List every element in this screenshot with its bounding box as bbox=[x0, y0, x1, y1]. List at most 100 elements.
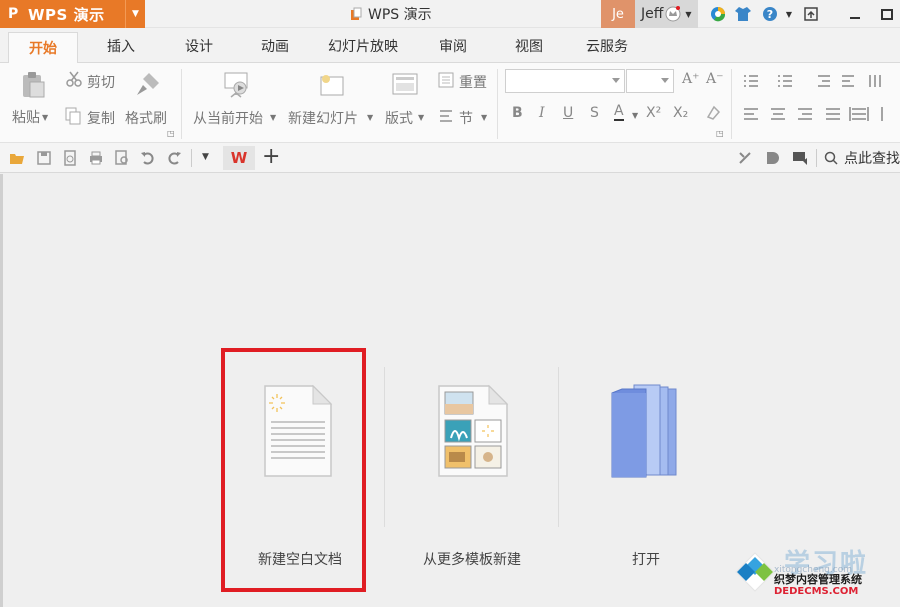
tools-icon[interactable] bbox=[737, 150, 753, 166]
maximize-icon[interactable] bbox=[877, 4, 897, 24]
tab-animation[interactable]: 动画 bbox=[244, 28, 306, 63]
separator bbox=[816, 149, 817, 167]
tab-insert[interactable]: 插入 bbox=[90, 28, 152, 63]
wps-home-tab[interactable]: W bbox=[223, 146, 255, 170]
paste-icon[interactable] bbox=[20, 71, 46, 99]
open-folder-large-icon bbox=[611, 384, 677, 478]
clear-format-icon[interactable] bbox=[705, 105, 721, 121]
font-launcher-icon[interactable]: ◳ bbox=[716, 129, 724, 138]
open-folder-icon[interactable] bbox=[9, 150, 25, 166]
help-icon[interactable]: ? bbox=[760, 4, 780, 24]
window-title: WPS 演示 bbox=[350, 4, 432, 24]
superscript-button[interactable]: X² bbox=[646, 105, 661, 121]
layout-button[interactable]: 版式 bbox=[385, 108, 413, 128]
tab-view[interactable]: 视图 bbox=[498, 28, 560, 63]
watermark: 学习啦 xitongcheng.com 织梦内容管理系统 DEDECMS.COM bbox=[734, 543, 894, 603]
quick-access-caret-icon[interactable]: ▼ bbox=[202, 152, 209, 162]
template-document-icon bbox=[438, 384, 509, 477]
font-color-caret-icon[interactable]: ▼ bbox=[632, 111, 638, 120]
font-name-select[interactable] bbox=[505, 69, 625, 93]
font-size-select[interactable] bbox=[626, 69, 674, 93]
font-color-button[interactable]: A bbox=[614, 103, 624, 121]
tab-design[interactable]: 设计 bbox=[168, 28, 230, 63]
format-painter-button[interactable]: 格式刷 bbox=[125, 108, 167, 128]
separator bbox=[181, 69, 182, 139]
search-placeholder: 点此查找 bbox=[844, 151, 900, 167]
outline-icon[interactable] bbox=[764, 150, 780, 166]
subscript-button[interactable]: X₂ bbox=[673, 105, 688, 121]
copy-button[interactable]: 复制 bbox=[87, 108, 115, 128]
italic-button[interactable]: I bbox=[539, 105, 545, 121]
skin-icon[interactable] bbox=[733, 4, 753, 24]
play-caret-icon[interactable]: ▼ bbox=[270, 113, 276, 122]
app-menu-caret-icon[interactable]: ▼ bbox=[125, 0, 145, 28]
separator bbox=[191, 149, 192, 167]
reset-icon[interactable] bbox=[437, 71, 455, 89]
app-name: WPS 演示 bbox=[28, 5, 105, 24]
browser-icon[interactable] bbox=[708, 4, 728, 24]
tab-slideshow[interactable]: 幻灯片放映 bbox=[318, 28, 408, 63]
play-from-current-button[interactable]: 从当前开始 bbox=[193, 108, 263, 128]
undo-icon[interactable] bbox=[140, 150, 156, 166]
ribbon: 粘贴 ▼ 剪切 复制 格式刷 ◳ 从当前开始 ▼ 新建幻灯片 ▼ 版式 ▼ 重置… bbox=[0, 63, 900, 143]
svg-text:?: ? bbox=[767, 8, 773, 21]
separator bbox=[384, 367, 385, 527]
clipboard-launcher-icon[interactable]: ◳ bbox=[167, 129, 175, 138]
tab-review[interactable]: 审阅 bbox=[422, 28, 484, 63]
username-menu[interactable]: Jeff ▼ bbox=[635, 0, 698, 28]
paste-caret-icon[interactable]: ▼ bbox=[42, 113, 48, 122]
strikethrough-button[interactable]: S bbox=[590, 105, 599, 121]
copy-icon[interactable] bbox=[65, 107, 81, 125]
new-slide-caret-icon[interactable]: ▼ bbox=[367, 113, 373, 122]
section-button[interactable]: 节 bbox=[459, 108, 473, 128]
window-title-text: WPS 演示 bbox=[368, 7, 432, 23]
format-painter-icon[interactable] bbox=[135, 71, 161, 97]
grow-font-button[interactable]: A⁺ bbox=[682, 71, 700, 87]
section-caret-icon[interactable]: ▼ bbox=[481, 113, 487, 122]
export-pdf-icon[interactable] bbox=[62, 150, 78, 166]
restore-ribbon-icon[interactable] bbox=[801, 4, 821, 24]
redo-icon[interactable] bbox=[166, 150, 182, 166]
underline-button[interactable]: U bbox=[563, 105, 573, 121]
title-bar: P WPS 演示 ▼ WPS 演示 Je Jeff ▼ ? ▼ bbox=[0, 0, 900, 28]
help-caret-icon[interactable]: ▼ bbox=[779, 4, 799, 24]
paragraph-tools-icon[interactable] bbox=[742, 73, 890, 129]
play-from-current-icon[interactable] bbox=[222, 71, 250, 99]
ribbon-tabs: 开始 插入 设计 动画 幻灯片放映 审阅 视图 云服务 bbox=[0, 28, 900, 63]
bold-button[interactable]: B bbox=[512, 105, 523, 121]
shrink-font-button[interactable]: A⁻ bbox=[706, 71, 724, 87]
watermark-cms-name: 织梦内容管理系统 bbox=[774, 573, 862, 586]
scissors-icon[interactable] bbox=[66, 71, 82, 87]
layout-caret-icon[interactable]: ▼ bbox=[418, 113, 424, 122]
layout-icon[interactable] bbox=[392, 73, 418, 97]
tab-cloud-service[interactable]: 云服务 bbox=[572, 28, 642, 63]
separator bbox=[497, 69, 498, 139]
command-search[interactable]: 点此查找 bbox=[824, 148, 900, 168]
section-icon[interactable] bbox=[437, 108, 455, 126]
print-icon[interactable] bbox=[88, 150, 104, 166]
save-icon[interactable] bbox=[36, 150, 52, 166]
quick-access-toolbar: ▼ W + 点此查找 bbox=[0, 143, 900, 173]
cut-button[interactable]: 剪切 bbox=[87, 72, 115, 92]
new-slide-icon[interactable] bbox=[318, 71, 346, 99]
crown-icon bbox=[665, 6, 681, 22]
open-file-option[interactable]: 打开 bbox=[576, 357, 716, 597]
reset-button[interactable]: 重置 bbox=[459, 72, 487, 92]
new-slide-button[interactable]: 新建幻灯片 bbox=[288, 108, 358, 128]
paste-button[interactable]: 粘贴 bbox=[12, 107, 40, 127]
comment-icon[interactable] bbox=[792, 150, 808, 166]
wps-logo-icon: P bbox=[8, 6, 19, 22]
print-preview-icon[interactable] bbox=[114, 150, 130, 166]
user-caret-icon: ▼ bbox=[685, 9, 692, 19]
app-menu-button[interactable]: P WPS 演示 ▼ bbox=[0, 0, 145, 28]
minimize-icon[interactable] bbox=[845, 4, 865, 24]
watermark-domain: DEDECMS.COM bbox=[774, 586, 859, 597]
new-tab-button[interactable]: + bbox=[262, 144, 280, 169]
open-file-label: 打开 bbox=[632, 552, 660, 568]
presentation-file-icon bbox=[351, 7, 362, 20]
separator bbox=[731, 69, 732, 139]
user-account[interactable]: Je Jeff ▼ bbox=[601, 0, 698, 28]
new-from-template-option[interactable]: 从更多模板新建 bbox=[402, 357, 542, 597]
avatar[interactable]: Je bbox=[601, 0, 635, 28]
tab-home[interactable]: 开始 bbox=[8, 32, 78, 63]
